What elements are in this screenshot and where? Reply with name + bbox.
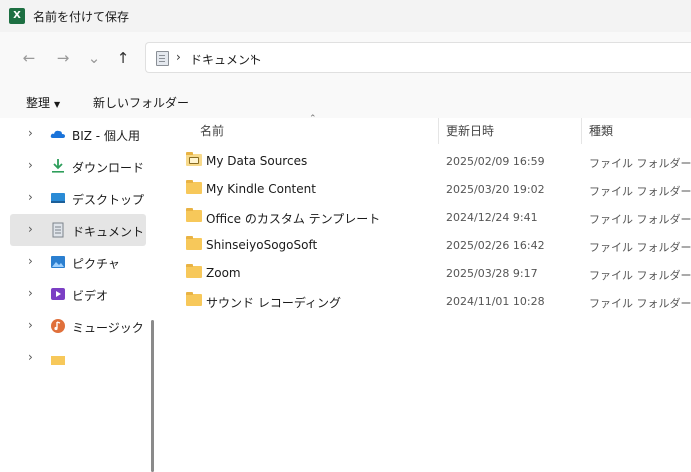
chevron-right-icon[interactable]: ›	[28, 190, 33, 204]
file-type: ファイル フォルダー	[589, 157, 691, 170]
window-title: 名前を付けて保存	[33, 10, 130, 24]
file-type: ファイル フォルダー	[589, 241, 691, 254]
navigation-pane: › BIZ - 個人用 › ダウンロード › デスクトップ › ドキュメント ›	[0, 118, 158, 472]
recent-locations-button[interactable]: ⌄	[84, 48, 104, 68]
column-header-type[interactable]: 種類	[589, 122, 613, 139]
folder-icon	[186, 236, 202, 250]
sidebar-item-onedrive[interactable]: › BIZ - 個人用	[10, 118, 146, 150]
file-modified: 2024/11/01 10:28	[446, 295, 545, 308]
folder-icon	[186, 180, 202, 194]
caret-down-icon: ▼	[54, 100, 61, 109]
new-folder-button[interactable]: 新しいフォルダー	[93, 94, 189, 111]
sidebar-item-partial[interactable]: ›	[10, 342, 146, 374]
chevron-right-icon[interactable]: ›	[28, 222, 33, 236]
file-row[interactable]: My Kindle Content 2025/03/20 19:02 ファイル …	[158, 175, 691, 203]
chevron-right-icon[interactable]: ›	[28, 158, 33, 172]
sidebar-item-music[interactable]: › ミュージック	[10, 310, 146, 342]
back-button[interactable]: ←	[19, 48, 39, 68]
pictures-icon	[51, 256, 65, 268]
organize-label: 整理	[26, 96, 51, 110]
organize-button[interactable]: 整理 ▼	[26, 94, 60, 111]
navigation-bar: ← → ⌄ ↑ › ドキュメント ›	[0, 32, 691, 84]
file-row[interactable]: Zoom 2025/03/28 9:17 ファイル フォルダー	[158, 259, 691, 287]
folder-icon	[186, 208, 202, 222]
file-row[interactable]: サウンド レコーディング 2024/11/01 10:28 ファイル フォルダー	[158, 287, 691, 315]
column-divider[interactable]	[438, 118, 439, 144]
sidebar-item-desktop[interactable]: › デスクトップ	[10, 182, 146, 214]
file-type: ファイル フォルダー	[589, 213, 691, 226]
file-row[interactable]: My Data Sources 2025/02/09 16:59 ファイル フォ…	[158, 147, 691, 175]
file-modified: 2025/03/28 9:17	[446, 267, 538, 280]
column-divider[interactable]	[581, 118, 582, 144]
file-modified: 2024/12/24 9:41	[446, 211, 538, 224]
column-header-modified[interactable]: 更新日時	[446, 122, 494, 139]
file-row[interactable]: ShinseiyoSogoSoft 2025/02/26 16:42 ファイル …	[158, 231, 691, 259]
address-bar[interactable]: › ドキュメント ›	[145, 42, 691, 73]
documents-icon	[52, 222, 64, 238]
chevron-right-icon[interactable]: ›	[28, 126, 33, 140]
videos-icon	[51, 288, 65, 300]
sidebar-item-label: デスクトップ	[72, 193, 145, 207]
desktop-icon	[51, 193, 65, 203]
sort-ascending-icon: ⌃	[309, 114, 317, 124]
command-bar: 整理 ▼ 新しいフォルダー	[0, 84, 691, 119]
file-name: My Data Sources	[206, 154, 308, 168]
sidebar-item-documents[interactable]: › ドキュメント	[10, 214, 146, 246]
sidebar-item-label: ピクチャ	[72, 257, 120, 271]
sidebar-item-videos[interactable]: › ビデオ	[10, 278, 146, 310]
file-name: サウンド レコーディング	[206, 296, 341, 310]
file-row[interactable]: Office のカスタム テンプレート 2024/12/24 9:41 ファイル…	[158, 203, 691, 231]
file-type: ファイル フォルダー	[589, 185, 691, 198]
chevron-right-icon[interactable]: ›	[28, 350, 33, 364]
download-icon	[52, 159, 64, 173]
up-button[interactable]: ↑	[113, 48, 133, 68]
file-modified: 2025/02/26 16:42	[446, 239, 545, 252]
file-name: Office のカスタム テンプレート	[206, 212, 381, 226]
nav-pane-scrollbar[interactable]	[151, 320, 154, 472]
sidebar-item-label: ミュージック	[72, 321, 144, 335]
file-name: Zoom	[206, 266, 241, 280]
file-type: ファイル フォルダー	[589, 297, 691, 310]
file-name: ShinseiyoSogoSoft	[206, 238, 318, 252]
column-header-name[interactable]: 名前	[200, 122, 224, 139]
folder-icon	[186, 264, 202, 278]
title-bar: X 名前を付けて保存	[0, 0, 691, 32]
chevron-right-icon[interactable]: ›	[28, 318, 33, 332]
file-type: ファイル フォルダー	[589, 269, 691, 282]
chevron-right-icon[interactable]: ›	[28, 286, 33, 300]
sidebar-item-downloads[interactable]: › ダウンロード	[10, 150, 146, 182]
file-modified: 2025/03/20 19:02	[446, 183, 545, 196]
sidebar-item-label: ダウンロード	[72, 161, 145, 175]
chevron-right-icon[interactable]: ›	[28, 254, 33, 268]
forward-button[interactable]: →	[53, 48, 73, 68]
sidebar-item-label: BIZ - 個人用	[72, 129, 140, 143]
onedrive-icon	[50, 130, 65, 138]
sidebar-item-label: ビデオ	[72, 289, 109, 303]
folder-icon	[51, 356, 65, 365]
music-icon	[51, 319, 65, 333]
breadcrumb-chevron[interactable]: ›	[250, 50, 255, 64]
sidebar-item-label: ドキュメント	[72, 225, 145, 239]
file-list: ⌃ 名前 更新日時 種類 My Data Sources 2025/02/09 …	[158, 114, 691, 354]
file-modified: 2025/02/09 16:59	[446, 155, 545, 168]
file-name: My Kindle Content	[206, 182, 316, 196]
excel-icon: X	[9, 8, 25, 24]
documents-icon	[156, 51, 169, 66]
folder-icon	[186, 292, 202, 306]
breadcrumb-chevron[interactable]: ›	[176, 50, 181, 64]
sidebar-item-pictures[interactable]: › ピクチャ	[10, 246, 146, 278]
special-folder-icon	[186, 152, 202, 166]
